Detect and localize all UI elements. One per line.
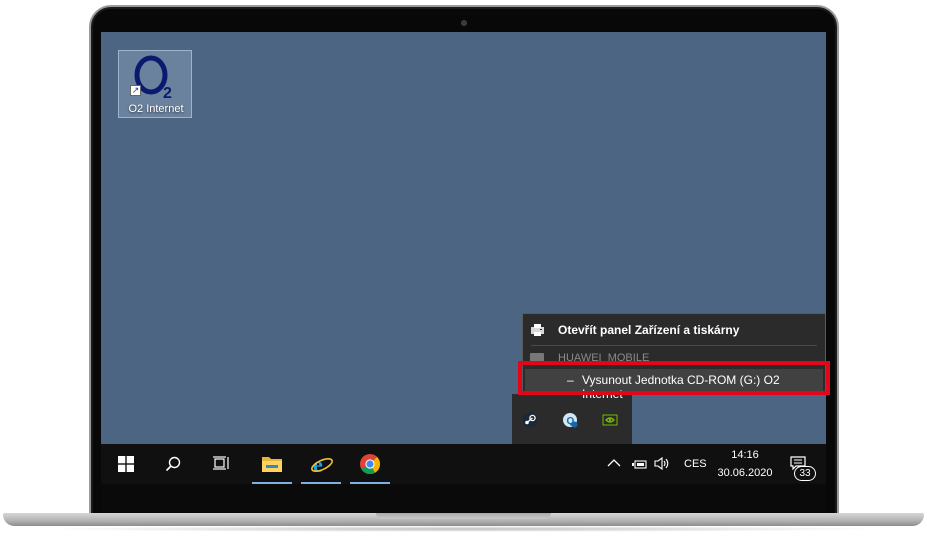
desktop-icon-o2-internet[interactable]: 2 ↗ O2 Internet xyxy=(118,50,192,118)
desktop: 2 ↗ O2 Internet Q Otevřít panel Zařízení… xyxy=(101,32,826,512)
chrome-icon xyxy=(360,454,381,475)
steam-icon[interactable] xyxy=(522,412,538,428)
internet-explorer-icon: e xyxy=(311,452,333,476)
search-button[interactable] xyxy=(153,444,193,484)
lenovo-vantage-icon[interactable]: Q xyxy=(562,412,578,428)
volume-icon[interactable] xyxy=(654,456,670,471)
battery-icon[interactable] xyxy=(632,458,648,470)
chevron-up-icon[interactable] xyxy=(607,457,621,469)
windows-logo-icon xyxy=(118,456,134,472)
laptop-opening-notch xyxy=(376,513,551,519)
tray-overflow-flyout: Q xyxy=(512,394,632,444)
internet-explorer-button[interactable]: e xyxy=(301,444,341,484)
folder-icon xyxy=(262,457,282,472)
devices-printers-icon xyxy=(531,324,544,336)
shortcut-arrow-icon: ↗ xyxy=(130,85,141,96)
file-explorer-button[interactable] xyxy=(252,444,292,484)
menu-divider xyxy=(531,345,817,346)
screen-bottom-bezel xyxy=(101,484,826,512)
language-indicator[interactable]: CES xyxy=(684,458,707,470)
clock-time[interactable]: 14:16 xyxy=(715,449,775,461)
laptop-frame: 2 ↗ O2 Internet Q Otevřít panel Zařízení… xyxy=(0,0,927,537)
taskbar: e CES 14:16 30.06.2020 33 xyxy=(101,444,826,484)
start-button[interactable] xyxy=(106,444,146,484)
open-devices-label: Otevřít panel Zařízení a tiskárny xyxy=(558,323,740,337)
search-icon xyxy=(165,456,181,472)
notification-count-badge: 33 xyxy=(794,466,816,481)
clock-date[interactable]: 30.06.2020 xyxy=(713,467,777,479)
google-chrome-button[interactable] xyxy=(350,444,390,484)
laptop-shadow xyxy=(40,526,887,532)
desktop-icon-label: O2 Internet xyxy=(128,103,184,115)
webcam xyxy=(461,20,467,26)
task-view-icon xyxy=(213,456,229,470)
task-view-button[interactable] xyxy=(201,444,241,484)
open-devices-menu-item[interactable]: Otevřít panel Zařízení a tiskárny xyxy=(523,318,825,342)
eject-highlight-box xyxy=(518,361,830,395)
nvidia-icon[interactable] xyxy=(602,412,618,428)
svg-text:2: 2 xyxy=(163,85,172,101)
